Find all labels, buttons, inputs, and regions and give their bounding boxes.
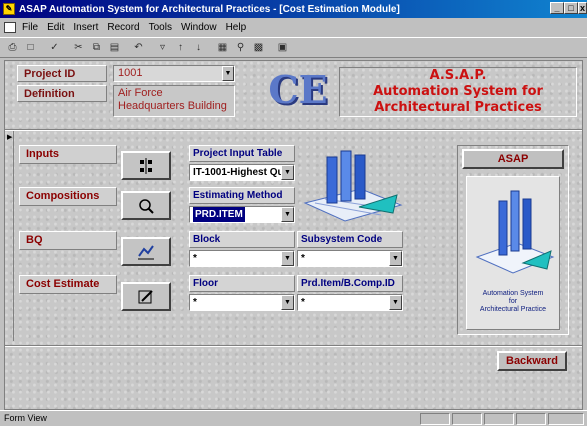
floor-label: Floor — [189, 275, 295, 292]
ce-logo: CE — [268, 67, 328, 112]
menu-edit[interactable]: Edit — [47, 22, 64, 33]
print-icon[interactable]: ⎙ — [4, 40, 21, 56]
subsystem-code-label: Subsystem Code — [297, 231, 403, 248]
asap-button[interactable]: ASAP — [462, 149, 564, 169]
magnifier-icon — [139, 198, 154, 214]
definition-value: Air Force Headquarters Building — [113, 85, 235, 117]
toolbar: ⎙ □ ✓ ✂ ⧉ ▤ ↶ ▿ ↑ ↓ ▦ ⚲ ▩ ▣ — [0, 37, 587, 58]
floor-combo[interactable]: * ▼ — [189, 294, 295, 311]
new-record-icon[interactable]: ▦ — [214, 40, 231, 56]
menu-bar: File Edit Insert Record Tools Window Hel… — [0, 18, 587, 36]
project-input-table-combo[interactable]: IT-1001-Highest Qu ▼ — [189, 164, 295, 181]
compositions-icon-button[interactable] — [121, 191, 171, 220]
asap-caption: Automation System for Architectural Prac… — [467, 290, 559, 314]
chevron-down-icon[interactable]: ▼ — [281, 251, 294, 266]
building-illustration — [303, 150, 403, 222]
prd-item-label: Prd.Item/B.Comp.ID — [297, 275, 403, 292]
find-icon[interactable]: ⚲ — [232, 40, 249, 56]
chevron-down-icon[interactable]: ▼ — [281, 207, 294, 222]
status-cell — [516, 413, 546, 425]
definition-label: Definition — [17, 85, 107, 102]
project-id-value: 1001 — [118, 67, 143, 79]
edit-form-icon — [138, 289, 153, 303]
status-cell — [484, 413, 514, 425]
chevron-down-icon[interactable]: ▼ — [281, 295, 294, 310]
chevron-down-icon[interactable]: ▼ — [389, 295, 402, 310]
asap-caption-line2: for — [508, 298, 518, 305]
block-label: Block — [189, 231, 295, 248]
bq-icon-button[interactable] — [121, 237, 171, 266]
sidebar-item-cost-estimate[interactable]: Cost Estimate — [19, 275, 117, 294]
asap-caption-line1: Automation System — [482, 290, 544, 297]
subsystem-code-combo[interactable]: * ▼ — [297, 250, 403, 267]
asap-caption-line3: Architectural Practice — [479, 306, 547, 313]
project-input-table-label: Project Input Table — [189, 145, 295, 162]
menu-insert[interactable]: Insert — [73, 22, 98, 33]
title-bar: ✎ ASAP Automation System for Architectur… — [0, 0, 587, 18]
sort-ascending-icon[interactable]: ↑ — [172, 40, 189, 56]
minimize-button[interactable]: _ — [550, 2, 564, 14]
asap-image: Automation System for Architectural Prac… — [466, 176, 560, 330]
divider — [5, 345, 582, 347]
chevron-down-icon[interactable]: ▼ — [389, 251, 402, 266]
database-icon[interactable]: ▩ — [250, 40, 267, 56]
spell-check-icon[interactable]: ✓ — [46, 40, 63, 56]
cut-icon[interactable]: ✂ — [70, 40, 87, 56]
block-value: * — [193, 253, 197, 264]
sidebar-item-bq[interactable]: BQ — [19, 231, 117, 250]
asap-panel: ASAP Automation System for Architectural… — [457, 145, 569, 335]
grid-input-icon — [140, 157, 152, 174]
menu-tools[interactable]: Tools — [149, 22, 172, 33]
paste-icon[interactable]: ▤ — [106, 40, 123, 56]
status-cell — [420, 413, 450, 425]
estimating-method-combo[interactable]: PRD.ITEM ▼ — [189, 206, 295, 223]
estimating-method-label: Estimating Method — [189, 187, 295, 204]
status-cell — [548, 413, 584, 425]
chevron-down-icon[interactable]: ▼ — [222, 66, 234, 81]
document-icon[interactable] — [4, 21, 16, 33]
record-pointer-icon: ▶ — [7, 134, 13, 141]
prd-item-value: * — [301, 297, 305, 308]
record-selector[interactable]: ▶ — [6, 131, 14, 341]
block-combo[interactable]: * ▼ — [189, 250, 295, 267]
app-icon: ✎ — [3, 3, 15, 15]
filter-icon[interactable]: ▿ — [154, 40, 171, 56]
window-title: ASAP Automation System for Architectural… — [19, 3, 400, 15]
project-id-label: Project ID — [17, 65, 107, 82]
brand-title: A.S.A.P. — [429, 68, 487, 83]
inputs-icon-button[interactable] — [121, 151, 171, 180]
sort-descending-icon[interactable]: ↓ — [190, 40, 207, 56]
menu-file[interactable]: File — [22, 22, 38, 33]
prd-item-combo[interactable]: * ▼ — [297, 294, 403, 311]
asap-building-icon — [475, 190, 555, 274]
print-preview-icon[interactable]: □ — [22, 40, 39, 56]
menu-record[interactable]: Record — [107, 22, 139, 33]
divider — [5, 129, 582, 131]
status-text: Form View — [4, 413, 47, 423]
estimating-method-value: PRD.ITEM — [193, 207, 245, 222]
chart-icon — [138, 244, 154, 259]
project-input-table-value: IT-1001-Highest Qu — [193, 167, 284, 178]
project-id-combo[interactable]: 1001 ▼ — [113, 65, 235, 82]
brand-subtitle-2: Architectural Practices — [374, 100, 542, 115]
copy-icon[interactable]: ⧉ — [88, 40, 105, 56]
close-button[interactable]: x — [578, 2, 587, 14]
status-cell — [452, 413, 482, 425]
sidebar-item-inputs[interactable]: Inputs — [19, 145, 117, 164]
undo-icon[interactable]: ↶ — [130, 40, 147, 56]
subsystem-code-value: * — [301, 253, 305, 264]
status-bar: Form View — [0, 410, 587, 426]
chevron-down-icon[interactable]: ▼ — [281, 165, 294, 180]
office-links-icon[interactable]: ▣ — [274, 40, 291, 56]
floor-value: * — [193, 297, 197, 308]
menu-window[interactable]: Window — [181, 22, 217, 33]
backward-button[interactable]: Backward — [497, 351, 567, 371]
brand-subtitle-1: Automation System for — [373, 84, 543, 99]
sidebar-item-compositions[interactable]: Compositions — [19, 187, 117, 206]
menu-help[interactable]: Help — [226, 22, 247, 33]
cost-estimation-form: Project ID 1001 ▼ Definition Air Force H… — [4, 60, 583, 410]
maximize-button[interactable]: □ — [564, 2, 578, 14]
cost-estimate-icon-button[interactable] — [121, 282, 171, 311]
brand-panel: A.S.A.P. Automation System for Architect… — [339, 67, 577, 117]
